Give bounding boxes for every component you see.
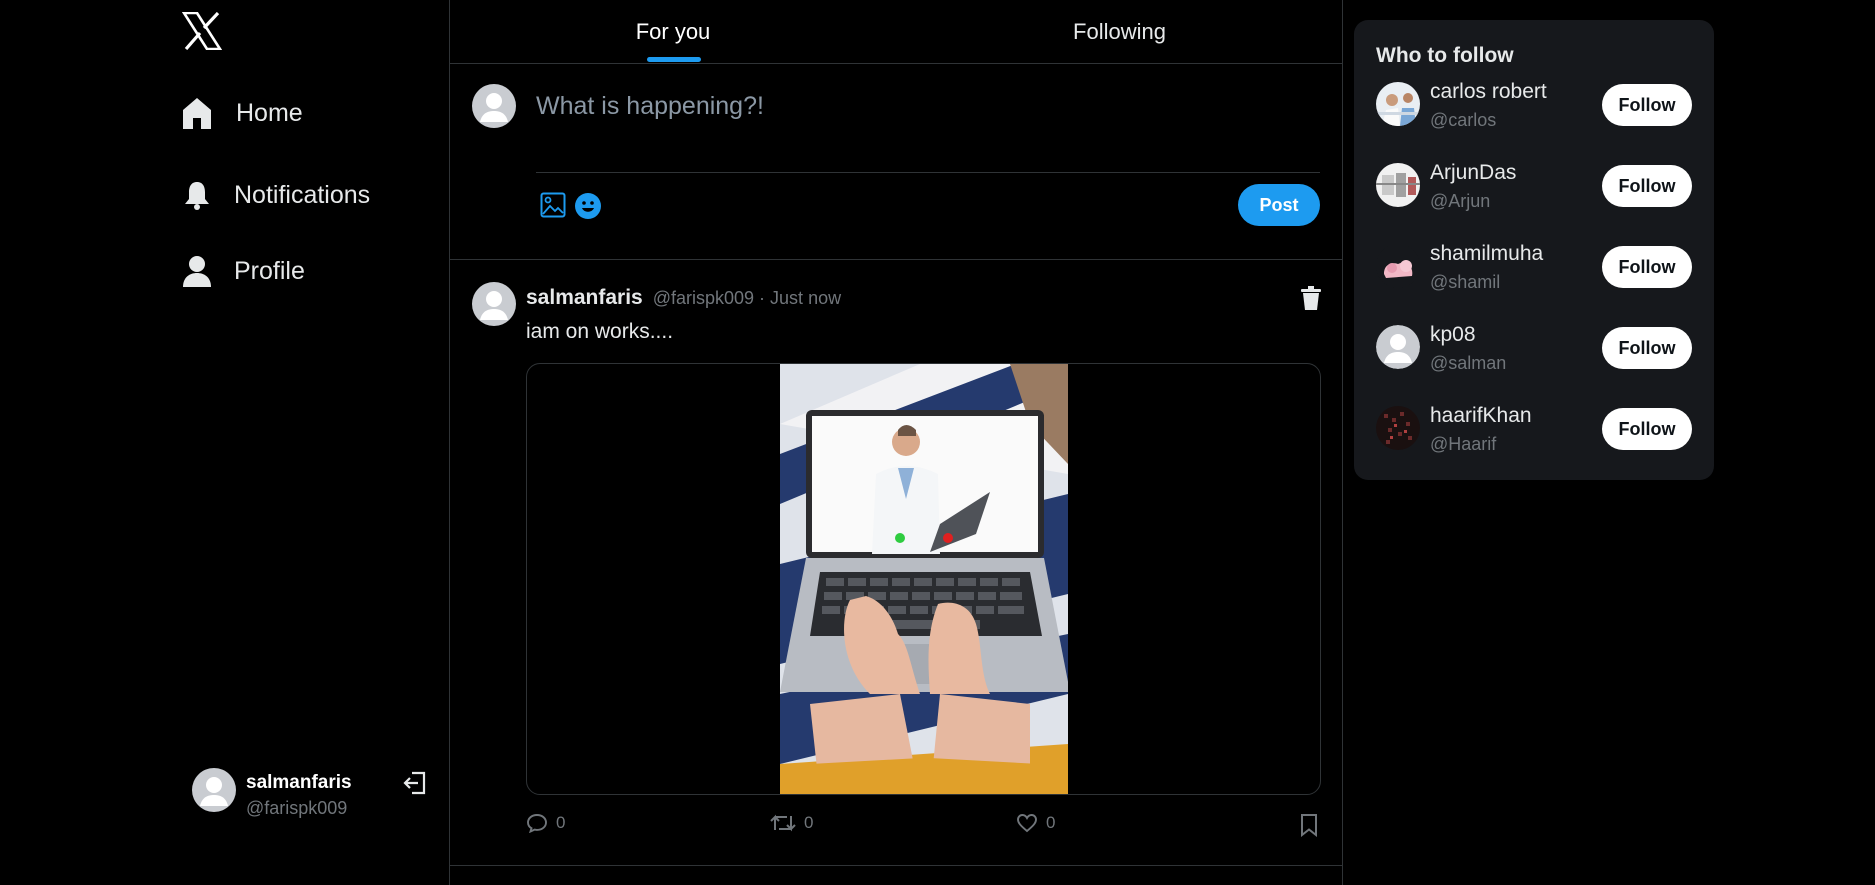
follow-suggestion[interactable]: carlos robert @carlos Follow	[1376, 80, 1696, 142]
suggestion-name: carlos robert	[1430, 80, 1547, 103]
reply-button[interactable]: 0	[526, 813, 565, 833]
active-tab-indicator	[647, 57, 701, 62]
suggestion-handle: @Arjun	[1430, 191, 1491, 211]
avatar	[1376, 163, 1420, 207]
follow-button[interactable]: Follow	[1602, 165, 1692, 207]
bookmark-icon	[1300, 813, 1318, 837]
suggestion-handle: @carlos	[1430, 110, 1497, 130]
trash-icon[interactable]	[1300, 286, 1322, 310]
suggestion-name: haarifKhan	[1430, 404, 1532, 427]
emoji-icon[interactable]	[574, 192, 602, 220]
x-logo[interactable]	[181, 11, 224, 52]
tweet-handle-time: @farispk009 · Just now	[652, 288, 842, 308]
tab-following[interactable]: Following	[896, 0, 1343, 64]
tweet-author[interactable]: salmanfaris	[526, 286, 643, 310]
sidebar-item-notifications[interactable]: Notifications	[182, 178, 370, 212]
suggestion-handle: @salman	[1430, 353, 1507, 373]
follow-button[interactable]: Follow	[1602, 327, 1692, 369]
panel-title: Who to follow	[1376, 44, 1514, 67]
heart-icon	[1016, 813, 1038, 833]
home-icon	[180, 96, 214, 130]
compose-input[interactable]	[536, 84, 1316, 128]
account-switcher[interactable]: salmanfaris @farispk009	[192, 768, 432, 824]
avatar	[1376, 325, 1420, 369]
suggestion-handle: @shamil	[1430, 272, 1501, 292]
tweet-actions: 0 0 0	[526, 813, 1326, 843]
account-name: salmanfaris	[246, 772, 352, 793]
tweet[interactable]: salmanfaris @farispk009 · Just now iam o…	[450, 260, 1343, 866]
retweet-button[interactable]: 0	[770, 813, 813, 833]
person-icon	[182, 254, 212, 288]
follow-suggestion[interactable]: kp08 @salman Follow	[1376, 323, 1696, 385]
like-button[interactable]: 0	[1016, 813, 1055, 833]
tweet-text: iam on works....	[526, 320, 674, 343]
sidebar-item-profile[interactable]: Profile	[182, 254, 305, 288]
left-sidebar: Home Notifications Profile salmanfaris @…	[0, 0, 450, 885]
avatar	[1376, 244, 1420, 288]
timeline-tabs: For you Following	[450, 0, 1343, 64]
follow-button[interactable]: Follow	[1602, 84, 1692, 126]
retweet-icon	[770, 813, 796, 833]
reply-icon	[526, 813, 548, 833]
main-timeline: For you Following Post salmanfaris	[450, 0, 1343, 885]
sidebar-item-label: Home	[236, 98, 303, 127]
avatar[interactable]	[472, 282, 516, 326]
tweet-header: salmanfaris @farispk009 · Just now	[526, 286, 841, 310]
avatar	[1376, 82, 1420, 126]
sidebar-item-label: Notifications	[234, 180, 371, 209]
sidebar-item-home[interactable]: Home	[180, 96, 303, 130]
app-root: Home Notifications Profile salmanfaris @…	[0, 0, 1875, 885]
avatar	[1376, 406, 1420, 450]
tab-label: Following	[1073, 19, 1166, 44]
tab-for-you[interactable]: For you	[450, 0, 896, 64]
image-icon[interactable]	[540, 192, 566, 218]
follow-suggestion[interactable]: shamilmuha @shamil Follow	[1376, 242, 1696, 304]
tweet-media[interactable]	[526, 363, 1321, 795]
follow-button[interactable]: Follow	[1602, 408, 1692, 450]
reply-count: 0	[556, 813, 566, 832]
avatar	[192, 768, 236, 812]
bell-icon	[182, 178, 212, 212]
sidebar-item-label: Profile	[234, 256, 305, 285]
bookmark-button[interactable]	[1300, 813, 1318, 837]
logout-icon[interactable]	[402, 770, 428, 796]
suggestion-handle: @Haarif	[1430, 434, 1497, 454]
follow-suggestion[interactable]: haarifKhan @Haarif Follow	[1376, 404, 1696, 466]
account-handle: @farispk009	[246, 798, 348, 818]
suggestion-name: kp08	[1430, 323, 1476, 346]
suggestion-name: shamilmuha	[1430, 242, 1544, 265]
tweet-photo	[780, 364, 1070, 794]
follow-button[interactable]: Follow	[1602, 246, 1692, 288]
tweet-composer: Post	[450, 64, 1343, 260]
who-to-follow-panel: Who to follow carlos robert @carlos Foll…	[1354, 20, 1714, 480]
like-count: 0	[1046, 813, 1056, 832]
divider	[536, 172, 1320, 173]
retweet-count: 0	[804, 813, 814, 832]
tab-label: For you	[635, 19, 711, 44]
follow-suggestion[interactable]: ArjunDas @Arjun Follow	[1376, 161, 1696, 223]
suggestion-name: ArjunDas	[1430, 161, 1517, 184]
post-button[interactable]: Post	[1238, 184, 1320, 226]
avatar	[472, 84, 516, 128]
